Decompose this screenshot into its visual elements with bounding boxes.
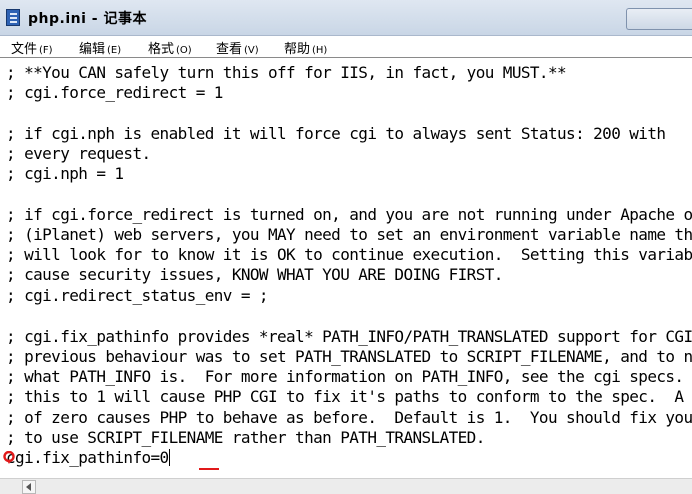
menu-file[interactable]: 文件 (F) — [11, 38, 53, 57]
text-line: ; cgi.redirect_status_env = ; — [6, 286, 269, 305]
text-line: ; previous behaviour was to set PATH_TRA… — [6, 347, 692, 366]
window-controls[interactable] — [626, 8, 692, 30]
text-line: ; this to 1 will cause PHP CGI to fix it… — [6, 387, 692, 406]
title-bar: php.ini - 记事本 — [0, 0, 692, 36]
current-line: cgi.fix_pathinfo=0 — [6, 448, 170, 468]
text-line: ; what PATH_INFO is. For more informatio… — [6, 367, 692, 386]
value-underline-annotation — [199, 468, 219, 470]
text-line: ; of zero causes PHP to behave as before… — [6, 408, 692, 427]
text-line: ; cgi.fix_pathinfo provides *real* PATH_… — [6, 327, 692, 346]
text-line: ; every request. — [6, 144, 151, 163]
fix-pathinfo-line: cgi.fix_pathinfo=0 — [6, 448, 169, 467]
text-caret — [168, 449, 170, 466]
menu-edit[interactable]: 编辑 (E) — [79, 38, 121, 57]
horizontal-scrollbar[interactable] — [0, 478, 692, 494]
window-title: php.ini - 记事本 — [28, 11, 147, 27]
text-editor[interactable]: ; **You CAN safely turn this off for IIS… — [6, 63, 692, 478]
text-line: ; **You CAN safely turn this off for IIS… — [6, 63, 567, 82]
text-line: ; will look for to know it is OK to cont… — [6, 245, 692, 264]
text-line: ; to use SCRIPT_FILENAME rather than PAT… — [6, 428, 485, 447]
text-line: ; if cgi.force_redirect is turned on, an… — [6, 205, 692, 224]
text-line: ; cause security issues, KNOW WHAT YOU A… — [6, 265, 503, 284]
text-line: ; (iPlanet) web servers, you MAY need to… — [6, 225, 692, 244]
menu-view[interactable]: 查看 (V) — [216, 38, 259, 57]
text-line: ; cgi.force_redirect = 1 — [6, 83, 223, 102]
red-pin-marker-icon — [3, 451, 15, 464]
menu-bar: 文件 (F) 编辑 (E) 格式 (O) 查看 (V) 帮助 (H) — [0, 36, 692, 57]
scroll-left-arrow-icon[interactable] — [22, 480, 36, 494]
text-line: ; if cgi.nph is enabled it will force cg… — [6, 124, 666, 143]
text-line: ; cgi.nph = 1 — [6, 164, 124, 183]
menu-help[interactable]: 帮助 (H) — [284, 38, 327, 57]
notepad-icon — [6, 9, 20, 26]
menu-format[interactable]: 格式 (O) — [148, 38, 192, 57]
